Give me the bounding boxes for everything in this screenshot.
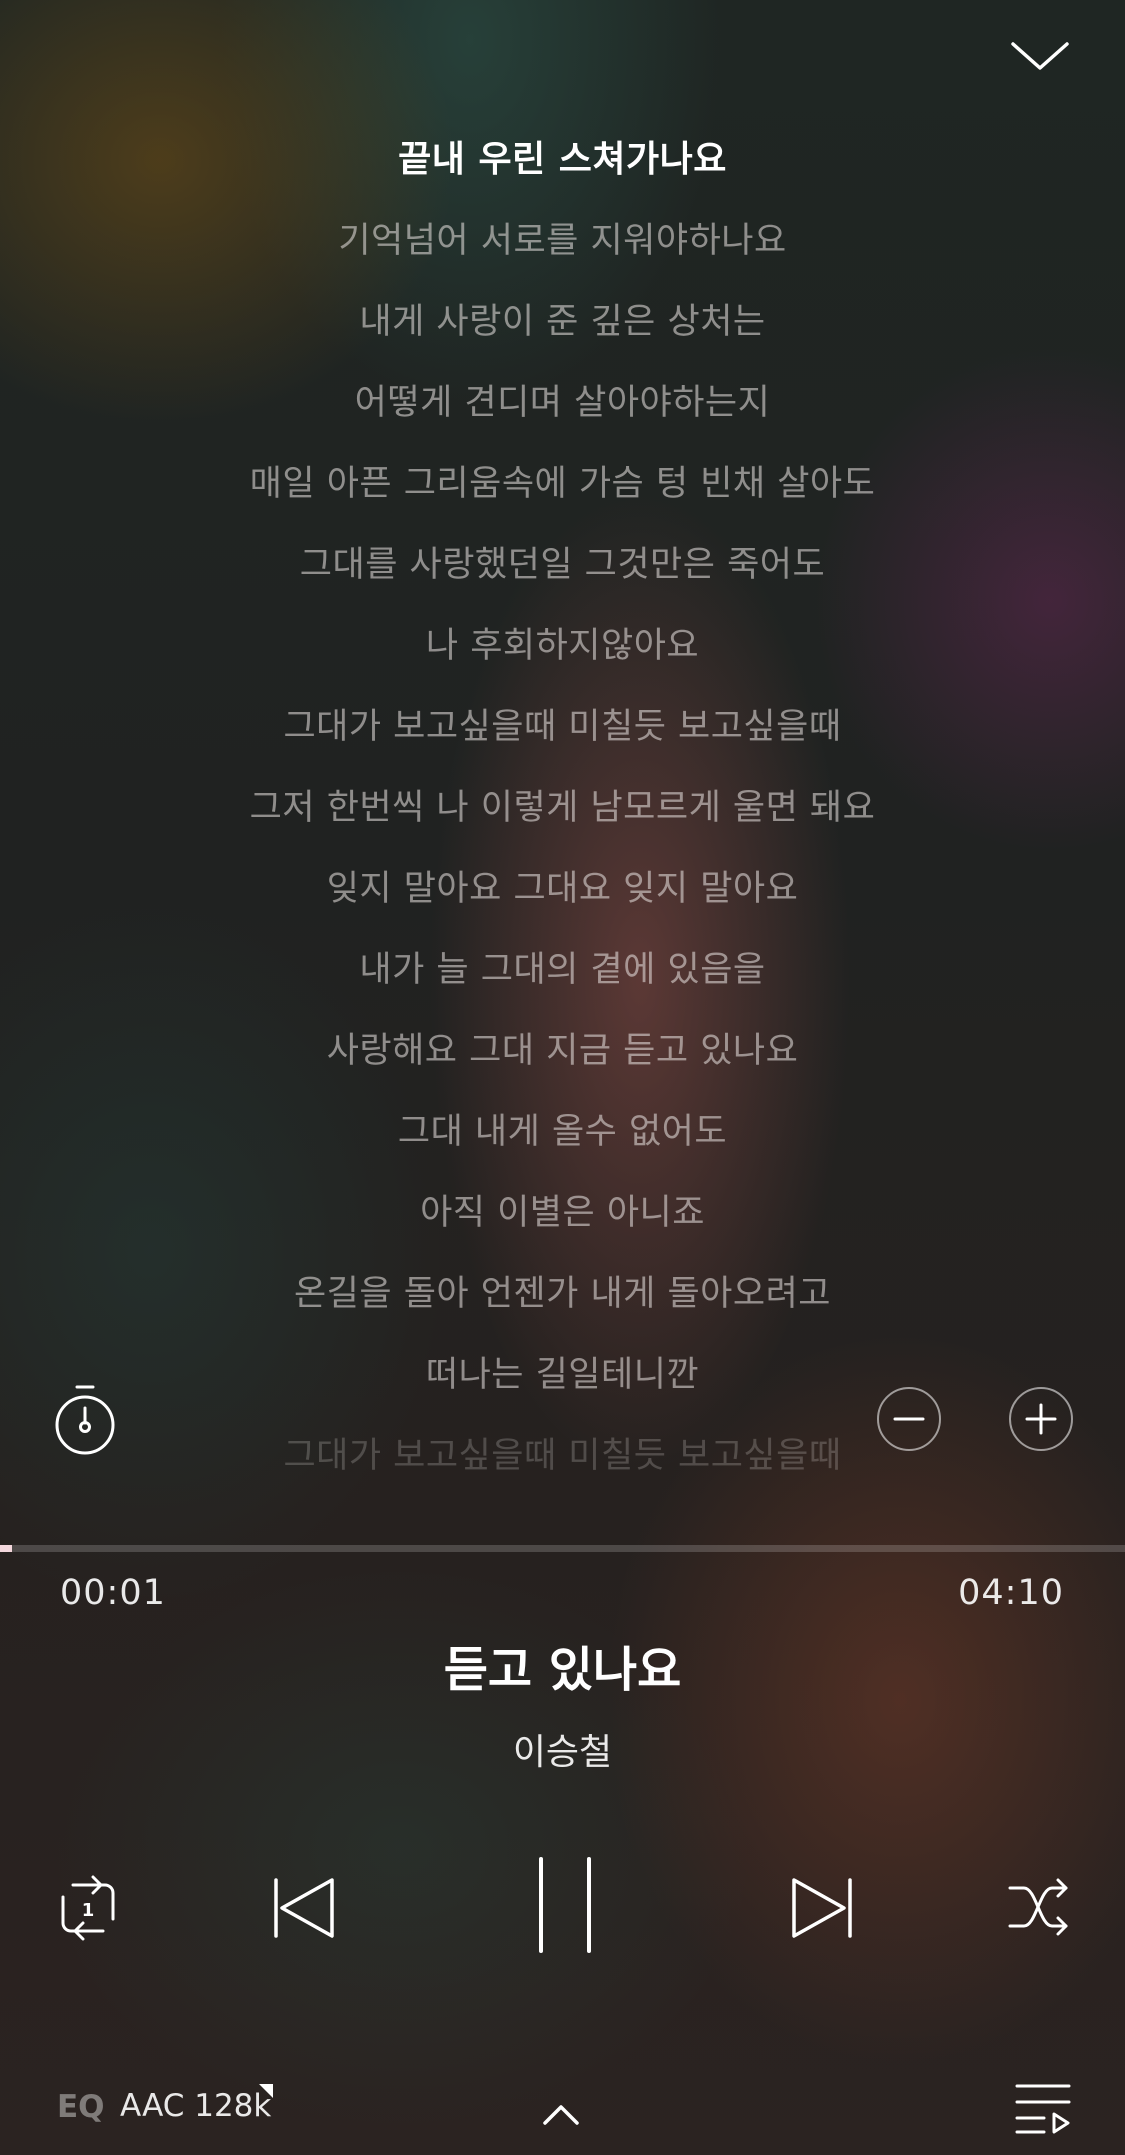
lyric-line[interactable]: 내가 늘 그대의 곁에 있음을 [0,938,1125,1019]
elapsed-time: 00:01 [60,1573,166,1613]
song-title: 듣고 있나요 [443,1642,682,1698]
lyric-line[interactable]: 사랑해요 그대 지금 듣고 있나요 [0,1019,1125,1100]
pause-icon[interactable] [532,1855,602,1955]
chevron-down-icon[interactable] [1005,30,1075,80]
lyric-line[interactable]: 그대가 보고싶을때 미칠듯 보고싶을때 [0,695,1125,776]
lyric-line[interactable]: 나 후회하지않아요 [0,614,1125,695]
lyrics-panel[interactable]: 끝내 우린 스쳐가나요 기억넘어 서로를 지워야하나요 내게 사랑이 준 깊은 … [0,128,1125,1505]
lyric-line[interactable]: 기억넘어 서로를 지워야하나요 [0,209,1125,290]
lyric-line-current[interactable]: 끝내 우린 스쳐가나요 [0,128,1125,209]
progress-fill [0,1545,12,1552]
lyric-line[interactable]: 잊지 말아요 그대요 잊지 말아요 [0,857,1125,938]
stopwatch-icon[interactable] [52,1382,118,1458]
plus-circle-icon[interactable] [1009,1387,1073,1451]
corner-triangle-icon [259,2083,273,2098]
repeat-one-icon[interactable]: 1 [55,1875,121,1941]
artist-name[interactable]: 이승철 [0,1723,1125,1775]
skip-next-icon[interactable] [786,1872,858,1944]
total-time: 04:10 [958,1573,1064,1613]
lyric-line[interactable]: 그저 한번씩 나 이렇게 남모르게 울면 돼요 [0,776,1125,857]
lyric-line[interactable]: 매일 아픈 그리움속에 가슴 텅 빈채 살아도 [0,452,1125,533]
lyric-line[interactable]: 온길을 돌아 언젠가 내게 돌아오려고 [0,1262,1125,1343]
shuffle-icon[interactable] [1006,1874,1072,1940]
lyric-line[interactable]: 그대가 보고싶을때 미칠듯 보고싶을때 [0,1424,1125,1505]
player-screen: 끝내 우린 스쳐가나요 기억넘어 서로를 지워야하나요 내게 사랑이 준 깊은 … [0,0,1125,2155]
progress-track[interactable] [0,1545,1125,1552]
lyric-line[interactable]: 어떻게 견디며 살아야하는지 [0,371,1125,452]
chevron-up-icon[interactable] [540,2100,582,2128]
lyric-line[interactable]: 아직 이별은 아니죠 [0,1181,1125,1262]
lyric-line[interactable]: 내게 사랑이 준 깊은 상처는 [0,290,1125,371]
skip-previous-icon[interactable] [268,1872,340,1944]
codec-quality[interactable]: AAC 128k [120,2088,271,2124]
playlist-icon[interactable] [1014,2080,1072,2136]
minus-circle-icon[interactable] [877,1387,941,1451]
lyric-line[interactable]: 떠나는 길일테니깐 [0,1343,1125,1424]
eq-button[interactable]: EQ [57,2089,105,2125]
repeat-mode-label: 1 [82,1900,95,1921]
lyric-line[interactable]: 그대 내게 올수 없어도 [0,1100,1125,1181]
lyric-line[interactable]: 그대를 사랑했던일 그것만은 죽어도 [0,533,1125,614]
